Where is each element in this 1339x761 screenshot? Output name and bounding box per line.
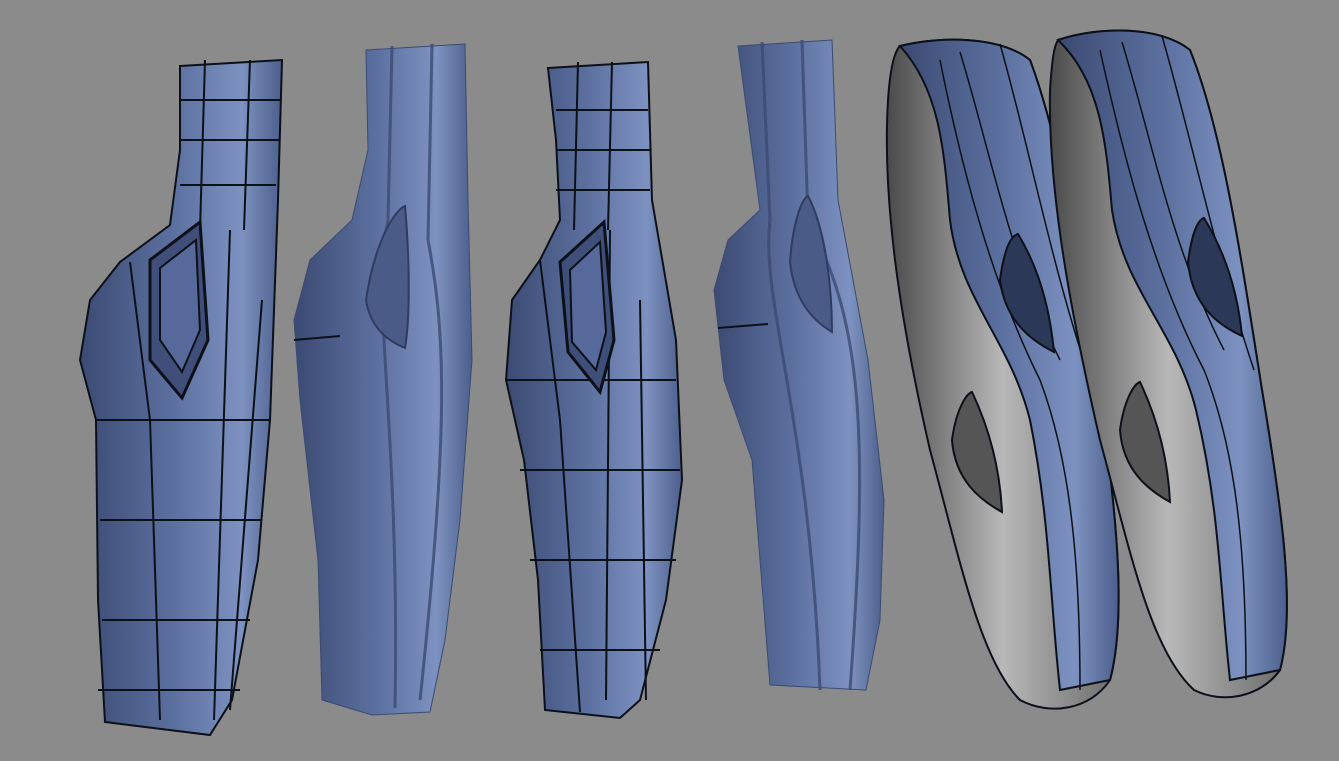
model-scene[interactable] [0, 0, 1339, 761]
strap-smooth-2[interactable] [713, 39, 885, 691]
strap-smooth-1[interactable] [293, 43, 473, 716]
3d-viewport[interactable] [0, 0, 1339, 761]
strap-wireframe-low-poly-1[interactable] [78, 58, 284, 737]
strap-wireframe-low-poly-2[interactable] [504, 60, 684, 720]
